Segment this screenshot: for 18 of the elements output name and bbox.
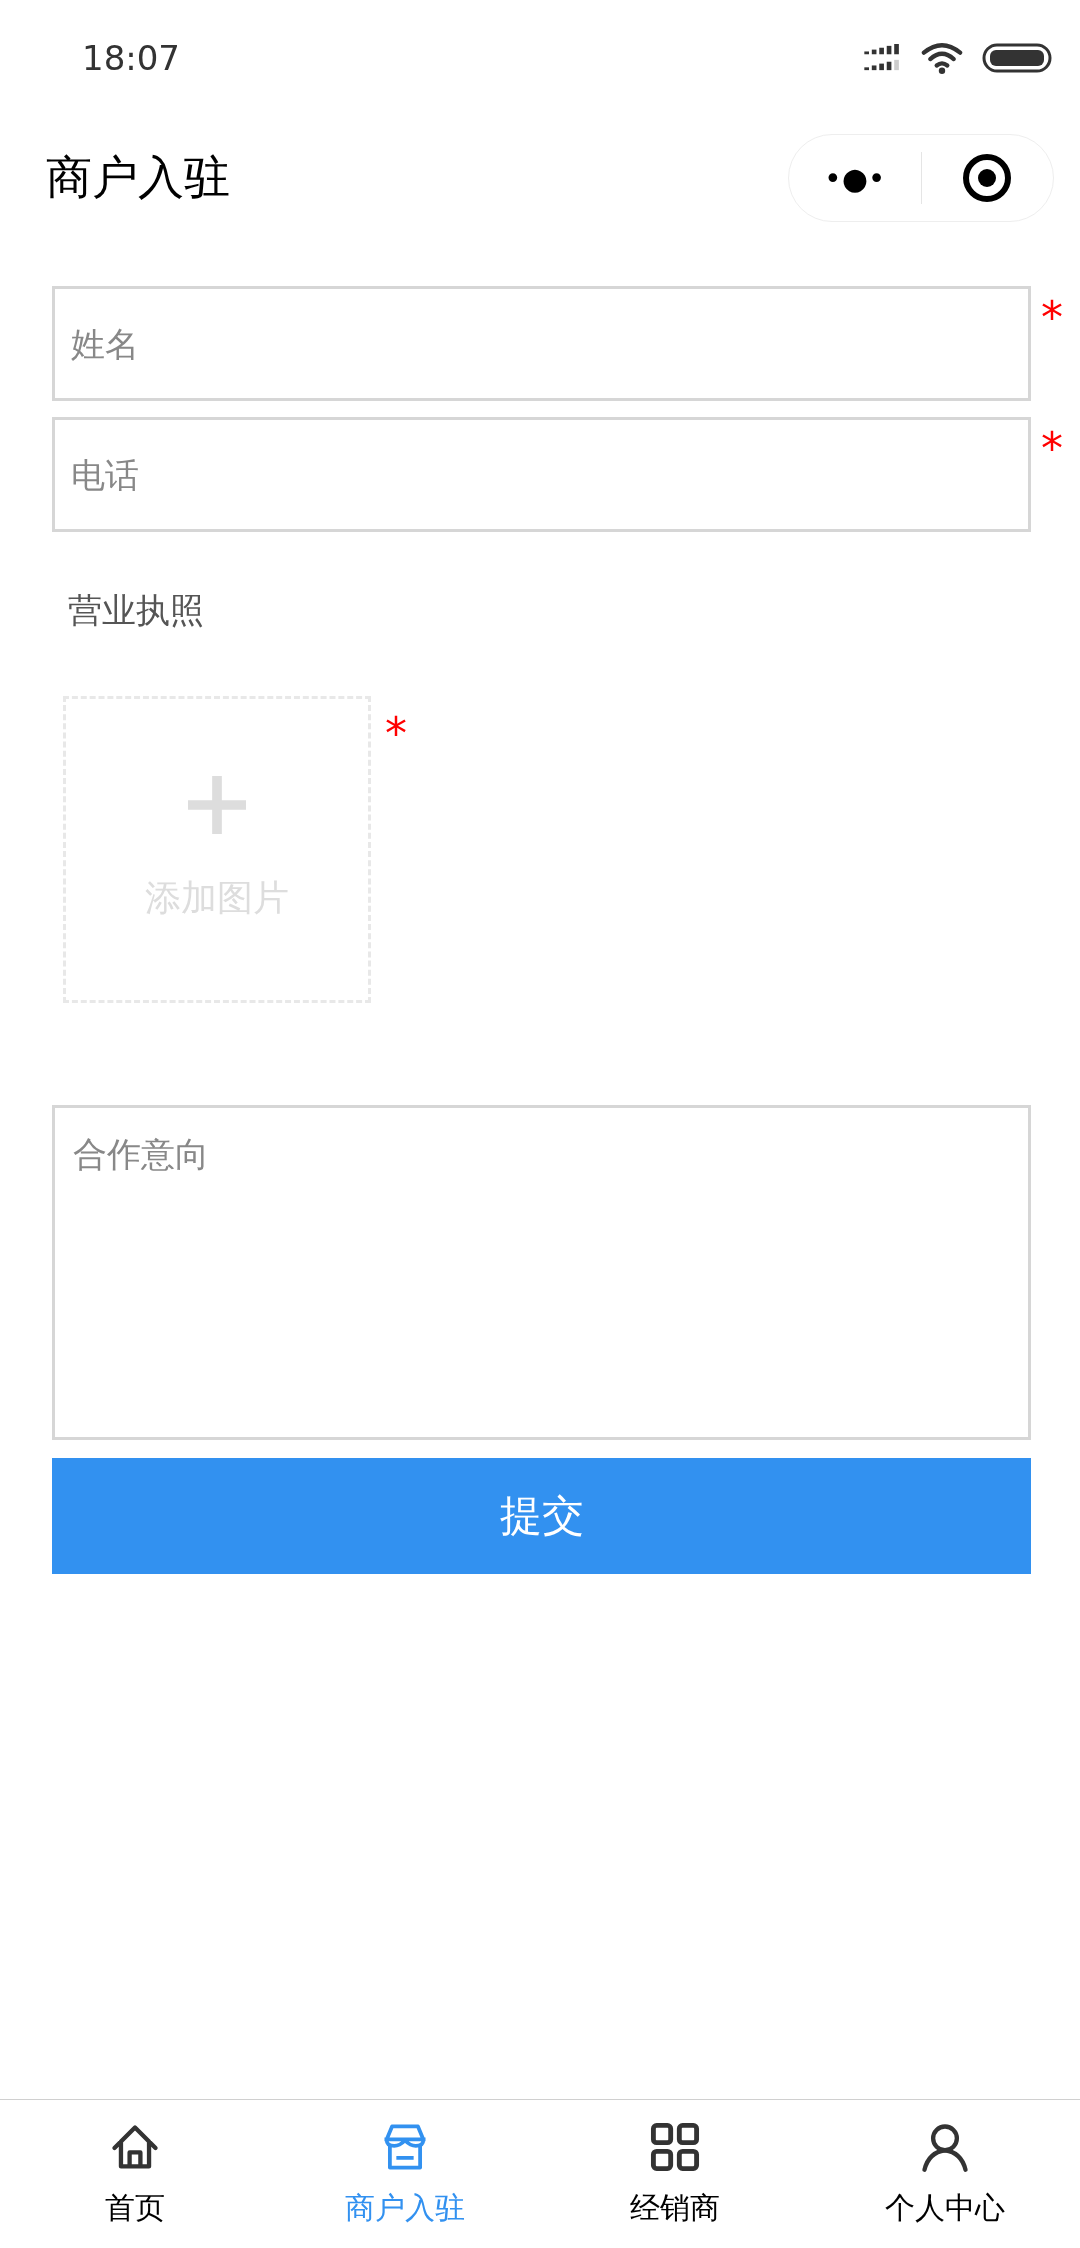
tab-item[interactable]: 首页 bbox=[0, 2100, 270, 2248]
input-field[interactable]: 姓名 bbox=[52, 286, 1031, 401]
battery-icon bbox=[982, 43, 1052, 73]
page-title: 商户入驻 bbox=[46, 149, 230, 206]
text-area[interactable]: 合作意向 bbox=[52, 1105, 1031, 1440]
target-icon bbox=[962, 153, 1013, 203]
section-label: 营业执照 bbox=[67, 589, 205, 632]
wifi-icon bbox=[920, 42, 964, 74]
tab-item[interactable]: 经销商 bbox=[540, 2100, 810, 2248]
more-button[interactable]: •●• bbox=[789, 135, 921, 221]
required-mark: * bbox=[1041, 427, 1063, 471]
input-field[interactable]: 电话 bbox=[52, 417, 1031, 532]
status-time: 18:07 bbox=[82, 38, 180, 78]
plus-icon bbox=[188, 776, 246, 834]
signal-icon bbox=[864, 44, 902, 72]
tab-item[interactable]: 个人中心 bbox=[810, 2100, 1080, 2248]
required-mark: * bbox=[1041, 296, 1063, 340]
required-mark: * bbox=[385, 712, 407, 756]
